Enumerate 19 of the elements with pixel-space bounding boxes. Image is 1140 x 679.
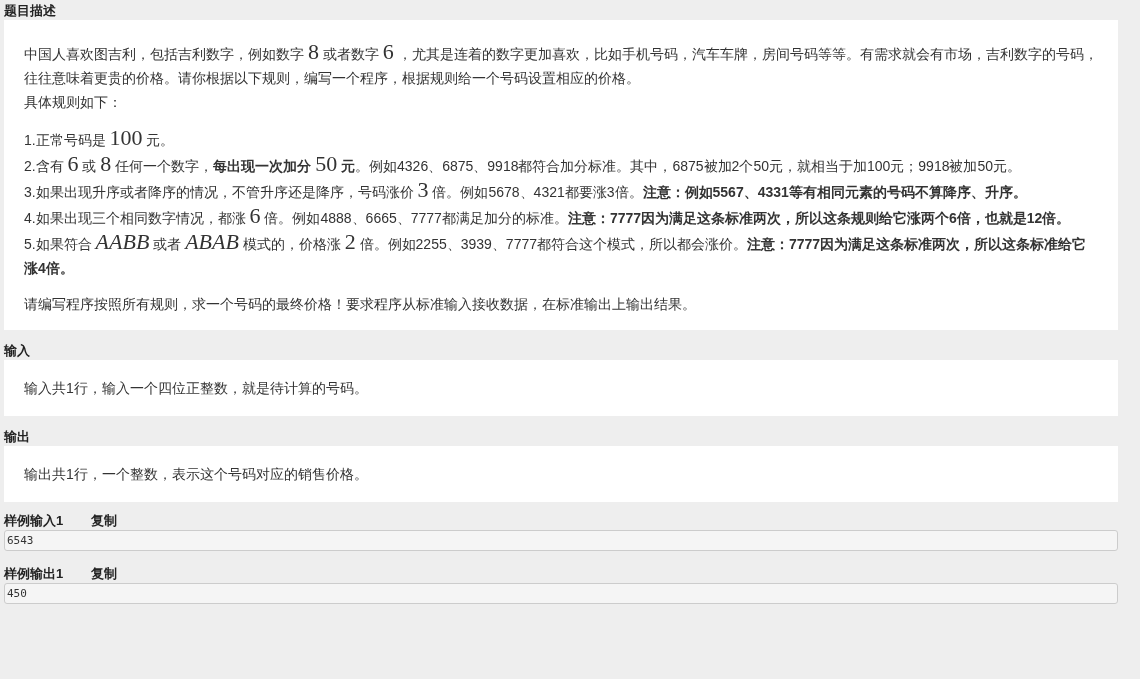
section-heading: 输入 [4, 342, 31, 360]
paragraph: 具体规则如下： [24, 93, 123, 112]
paragraph: 中国人喜欢图吉利，包括吉利数字，例如数字 8 或者数字 6 ，尤其是连着的数字更加喜欢，比如手机号码，汽车车牌，房间号码等等。有需求就会有市场，吉利数字的号码，往往意味着更贵的价格。请你根据以下规则，编写一个程序，根据规则给一个号码设置相应的价格。 [24, 40, 1098, 88]
sample-heading: 样例输出1 [4, 565, 64, 583]
sample-code-block: 450 [4, 583, 1118, 604]
copy-link[interactable]: 复制 [91, 565, 118, 583]
section-heading: 题目描述 [4, 2, 57, 20]
paragraph: 1.正常号码是 100 元。 [24, 126, 176, 152]
copy-link[interactable]: 复制 [91, 512, 118, 530]
sample-code-block: 6543 [4, 530, 1118, 551]
paragraph: 请编写程序按照所有规则，求一个号码的最终价格！要求程序从标准输入接收数据，在标准输出上输出结果。 [24, 295, 697, 314]
paragraph: 输出共1行，一个整数，表示这个号码对应的销售价格。 [24, 465, 369, 484]
paragraph: 5.如果符合 AABB 或者 ABAB 模式的，价格涨 2 倍。例如2255、3939、7777都符合这个模式，所以都会涨价。注意：7777因为满足这条标准两次，所以这条标准给它涨4倍。 [24, 230, 1088, 278]
paragraph: 3.如果出现升序或者降序的情况，不管升序还是降序，号码涨价 3 倍。例如5678、4321都要涨3倍。注意：例如5567、4331等有相同元素的号码不算降序、升序。 [24, 178, 1028, 204]
sample-heading: 样例输入1 [4, 512, 64, 530]
paragraph: 2.含有 6 或 8 任何一个数字，每出现一次加分 50 元。例如4326、6875、9918都符合加分标准。其中，6875被加2个50元，就相当于加100元；9918被加50元。 [24, 152, 1023, 178]
paragraph: 输入共1行，输入一个四位正整数，就是待计算的号码。 [24, 379, 369, 398]
paragraph: 4.如果出现三个相同数字情况，都涨 6 倍。例如4888、6665、7777都满足加分的标准。注意：7777因为满足这条标准两次，所以这条规则给它涨两个6倍，也就是12倍。 [24, 204, 1072, 230]
section-heading: 输出 [4, 428, 31, 446]
